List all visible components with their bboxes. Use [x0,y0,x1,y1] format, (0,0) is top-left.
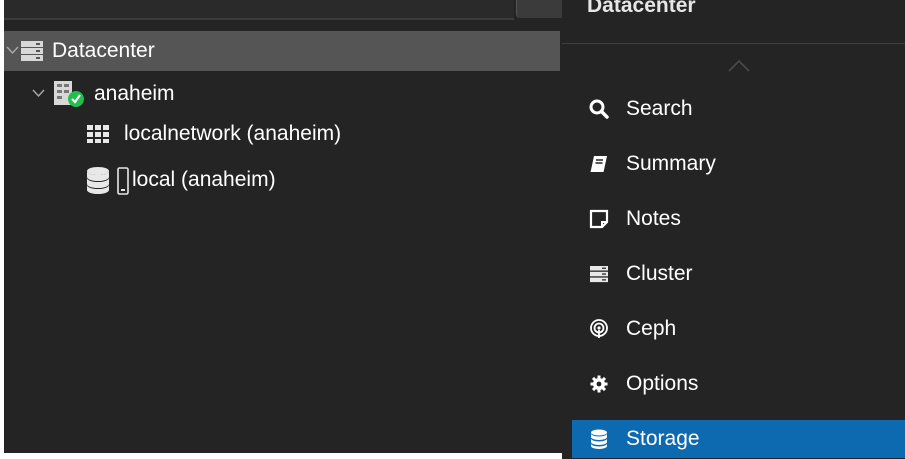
menu-item-cluster[interactable]: Cluster [572,256,905,292]
tree-node-datacenter[interactable]: Datacenter [4,31,560,71]
menu-item-notes[interactable]: Notes [572,201,905,237]
menu-item-storage[interactable]: Storage [572,420,905,458]
node-online-icon [52,80,86,108]
resource-tree-panel: Datacenter anaheim localnetwork (anaheim… [4,0,563,453]
gear-icon [588,373,610,395]
menu-item-label: Summary [626,152,716,175]
menu-item-summary[interactable]: Summary [572,146,905,182]
menu-item-search[interactable]: Search [572,91,905,127]
network-grid-icon [86,124,110,144]
pve-resource-view: Datacenter anaheim localnetwork (anaheim… [0,0,905,459]
tree-node-label: localnetwork (anaheim) [124,122,342,145]
tree-node-local-storage[interactable]: local (anaheim) [86,160,276,200]
tree-node-label: local (anaheim) [132,168,276,191]
collapse-toggle-icon[interactable] [6,42,20,60]
scroll-up-icon[interactable] [728,58,750,72]
search-icon [588,98,610,120]
tree-node-localnetwork[interactable]: localnetwork (anaheim) [86,114,341,154]
book-icon [588,153,610,175]
server-icon [588,263,610,285]
page-title: Datacenter [587,0,696,17]
tree-node-label: anaheim [94,82,175,105]
ceph-icon [588,318,610,340]
menu-item-ceph[interactable]: Ceph [572,311,905,347]
menu-item-label: Storage [626,427,700,450]
tree-node-anaheim[interactable]: anaheim [32,74,175,114]
datacenter-icon [20,40,44,62]
menu-item-label: Notes [626,207,681,230]
database-icon [588,428,610,450]
tree-options-button[interactable] [516,0,563,18]
menu-header: Datacenter [562,0,905,44]
menu-item-options[interactable]: Options [572,366,905,402]
storage-icon [86,165,130,195]
collapse-toggle-icon[interactable] [32,85,46,103]
view-selector-bar[interactable] [4,0,514,20]
note-icon [588,208,610,230]
tree-node-label: Datacenter [52,39,155,62]
menu-item-label: Options [626,372,699,395]
menu-item-label: Search [626,97,693,120]
menu-item-label: Cluster [626,262,693,285]
menu-item-label: Ceph [626,317,677,340]
config-menu-panel: Datacenter Search Summary Notes Cluster … [562,0,905,459]
